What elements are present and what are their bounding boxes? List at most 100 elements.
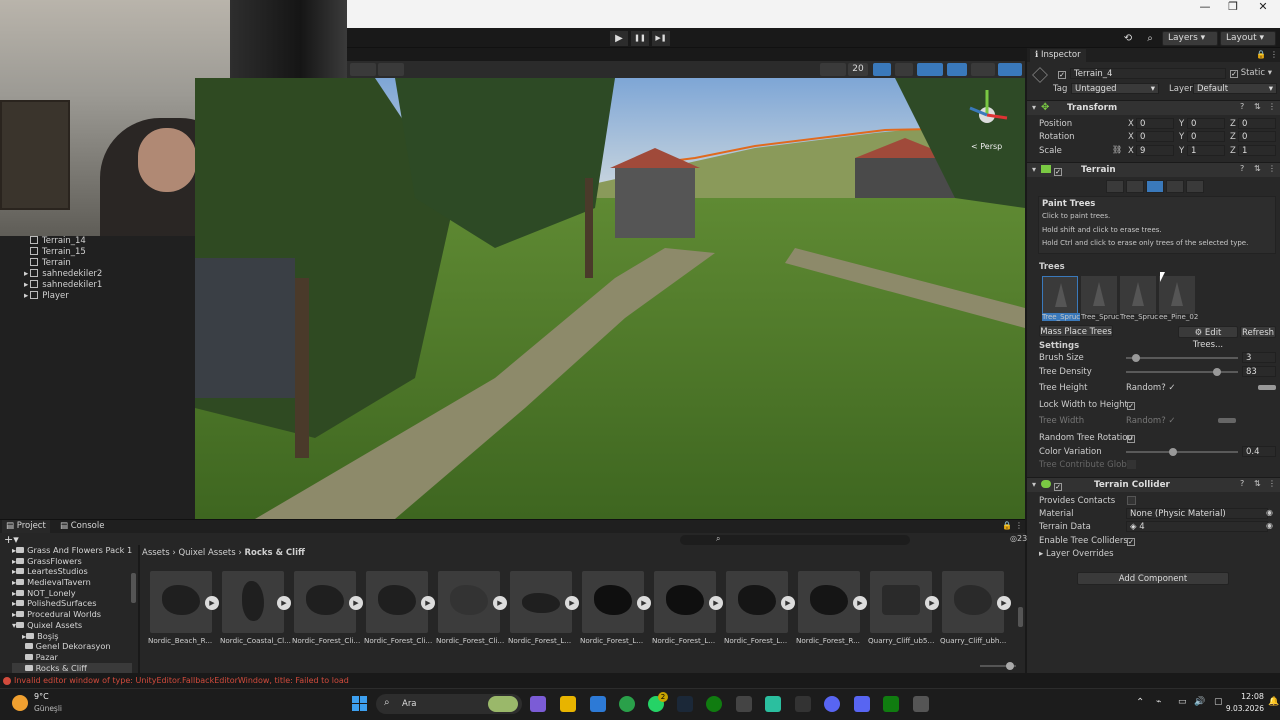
terrain-enabled-checkbox[interactable]: ✓ <box>1054 166 1062 176</box>
asset-thumbnail[interactable] <box>438 571 500 633</box>
folder-item[interactable]: ▸ NOT_Lonely <box>12 588 132 599</box>
play-preview-icon[interactable]: ▶ <box>997 596 1011 610</box>
asset-thumbnail[interactable] <box>366 571 428 633</box>
asset-thumbnail[interactable] <box>870 571 932 633</box>
play-preview-icon[interactable]: ▶ <box>277 596 291 610</box>
lock-icon[interactable]: 🔒 <box>1002 521 1012 530</box>
play-preview-icon[interactable]: ▶ <box>205 596 219 610</box>
rotation-x-field[interactable]: 0 <box>1136 131 1174 142</box>
folder-item[interactable]: Pazar <box>12 652 132 663</box>
view-mode-label[interactable]: < Persp <box>971 142 1002 151</box>
preset-icon[interactable]: ⇅ <box>1254 102 1261 111</box>
hierarchy-item[interactable]: Terrain <box>30 258 102 269</box>
brush-size-field[interactable]: 3 <box>1242 352 1276 363</box>
more-icon[interactable]: ⋮ <box>1015 521 1023 530</box>
folder-item[interactable]: ▸ MedievalTavern <box>12 577 132 588</box>
folder-item[interactable]: ▸ LeartesStudios <box>12 566 132 577</box>
folder-item[interactable]: Genel Dekorasyon <box>12 641 132 652</box>
asset-thumbnail[interactable] <box>726 571 788 633</box>
asset-search-input[interactable] <box>680 535 910 545</box>
xbox-icon[interactable] <box>706 696 722 712</box>
random-rotation-checkbox[interactable]: ✓ <box>1127 433 1135 443</box>
volume-icon[interactable]: 🔊 <box>1194 697 1205 707</box>
gizmos-toggle-icon[interactable] <box>998 63 1022 76</box>
asset-thumbnail[interactable] <box>798 571 860 633</box>
more-icon[interactable]: ⋮ <box>1270 50 1278 59</box>
folder-item[interactable]: ▸ Grass And Flowers Pack 1 <box>12 545 132 556</box>
folder-item[interactable]: ▸ Boşiş <box>12 631 132 642</box>
mass-place-trees-button[interactable]: Mass Place Trees <box>1039 325 1113 337</box>
random-height-toggle[interactable]: Random? ✓ <box>1126 382 1176 394</box>
step-button[interactable]: ▶❚ <box>652 31 670 46</box>
expand-arrow-icon[interactable]: ▸ <box>24 291 28 301</box>
draw-mode-dropdown[interactable] <box>820 63 846 76</box>
link-scale-icon[interactable]: ⛓ <box>1112 145 1122 154</box>
hierarchy-item[interactable]: Terrain_14 <box>30 236 102 247</box>
maximize-icon[interactable]: ❐ <box>1218 0 1248 28</box>
scale-z-field[interactable]: 1 <box>1238 145 1276 156</box>
camera-settings-icon[interactable] <box>971 63 995 76</box>
discord-icon[interactable] <box>824 696 840 712</box>
xbox-app-icon[interactable] <box>883 696 899 712</box>
scene-2d-toggle[interactable]: 20 <box>848 63 868 76</box>
terrain-data-field[interactable]: ◈ 4 <box>1126 521 1268 532</box>
grid-dropdown[interactable] <box>378 63 404 76</box>
object-name-field[interactable]: Terrain_4 <box>1070 68 1226 79</box>
layer-dropdown[interactable]: Default ▾ <box>1193 83 1277 94</box>
unity-editor-icon[interactable] <box>913 696 929 712</box>
lighting-toggle-icon[interactable] <box>873 63 891 76</box>
hierarchy-item[interactable]: ▸ sahnedekiler1 <box>24 280 102 291</box>
paint-texture-tool-icon[interactable] <box>1126 180 1144 193</box>
rotation-z-field[interactable]: 0 <box>1238 131 1276 142</box>
status-bar[interactable]: Invalid editor window of type: UnityEdit… <box>0 673 1280 688</box>
steam-icon[interactable] <box>677 696 693 712</box>
expand-arrow-icon[interactable]: ▸ <box>24 269 28 279</box>
asset-thumbnail[interactable] <box>222 571 284 633</box>
expand-arrow-icon[interactable]: ▸ <box>24 280 28 290</box>
chevron-up-icon[interactable]: ⌃ <box>1136 697 1144 708</box>
clock-date[interactable]: 9.03.2026 <box>1214 704 1264 713</box>
tree-density-field[interactable]: 83 <box>1242 366 1276 377</box>
scale-y-field[interactable]: 1 <box>1187 145 1225 156</box>
tab-inspector[interactable]: ℹ Inspector <box>1030 49 1086 62</box>
play-preview-icon[interactable]: ▶ <box>709 596 723 610</box>
discord-alt-icon[interactable] <box>854 696 870 712</box>
folder-item[interactable]: ▸ PolishedSurfaces <box>12 598 132 609</box>
folder-item-selected[interactable]: Rocks & Cliff <box>12 662 133 674</box>
copilot-icon[interactable] <box>530 696 546 712</box>
more-icon[interactable]: ⋮ <box>1268 102 1276 111</box>
play-preview-icon[interactable]: ▶ <box>781 596 795 610</box>
scene-view[interactable]: < Persp <box>195 78 1025 519</box>
tag-dropdown[interactable]: Untagged ▾ <box>1071 83 1159 94</box>
color-variation-field[interactable]: 0.4 <box>1242 446 1276 457</box>
scale-x-field[interactable]: 9 <box>1136 145 1174 156</box>
taskbar-search-box[interactable]: ⌕ Ara <box>376 694 522 714</box>
paint-trees-tool-icon[interactable] <box>1146 180 1164 193</box>
help-icon[interactable]: ? <box>1240 479 1244 488</box>
app-icon[interactable] <box>765 696 781 712</box>
help-icon[interactable]: ? <box>1240 164 1244 173</box>
play-preview-icon[interactable]: ▶ <box>421 596 435 610</box>
tree-scrollbar[interactable] <box>131 573 136 603</box>
close-icon[interactable]: ✕ <box>1248 0 1278 28</box>
network-icon[interactable]: ⌁ <box>1156 697 1161 707</box>
notifications-icon[interactable]: 🔔 <box>1268 697 1279 707</box>
search-icon[interactable]: ⌕ <box>1142 31 1158 46</box>
brush-size-knob[interactable] <box>1132 354 1140 362</box>
asset-thumbnail[interactable] <box>510 571 572 633</box>
asset-thumbnail[interactable] <box>582 571 644 633</box>
effects-toggle-icon[interactable] <box>917 63 943 76</box>
color-variation-knob[interactable] <box>1169 448 1177 456</box>
rotation-y-field[interactable]: 0 <box>1187 131 1225 142</box>
asset-thumbnail[interactable] <box>654 571 716 633</box>
hierarchy-item[interactable]: ▸ sahnedekiler2 <box>24 269 102 280</box>
foldout-arrow-icon[interactable]: ▾ <box>1032 480 1036 489</box>
tree-prototype-item[interactable] <box>1081 276 1117 314</box>
chrome-icon[interactable] <box>619 696 635 712</box>
refresh-button[interactable]: Refresh <box>1240 326 1276 338</box>
preset-icon[interactable]: ⇅ <box>1254 164 1261 173</box>
static-toggle[interactable]: ✓ Static ▾ <box>1230 68 1272 78</box>
paint-details-tool-icon[interactable] <box>1166 180 1184 193</box>
hierarchy-item[interactable]: Terrain_15 <box>30 247 102 258</box>
more-icon[interactable]: ⋮ <box>1268 479 1276 488</box>
